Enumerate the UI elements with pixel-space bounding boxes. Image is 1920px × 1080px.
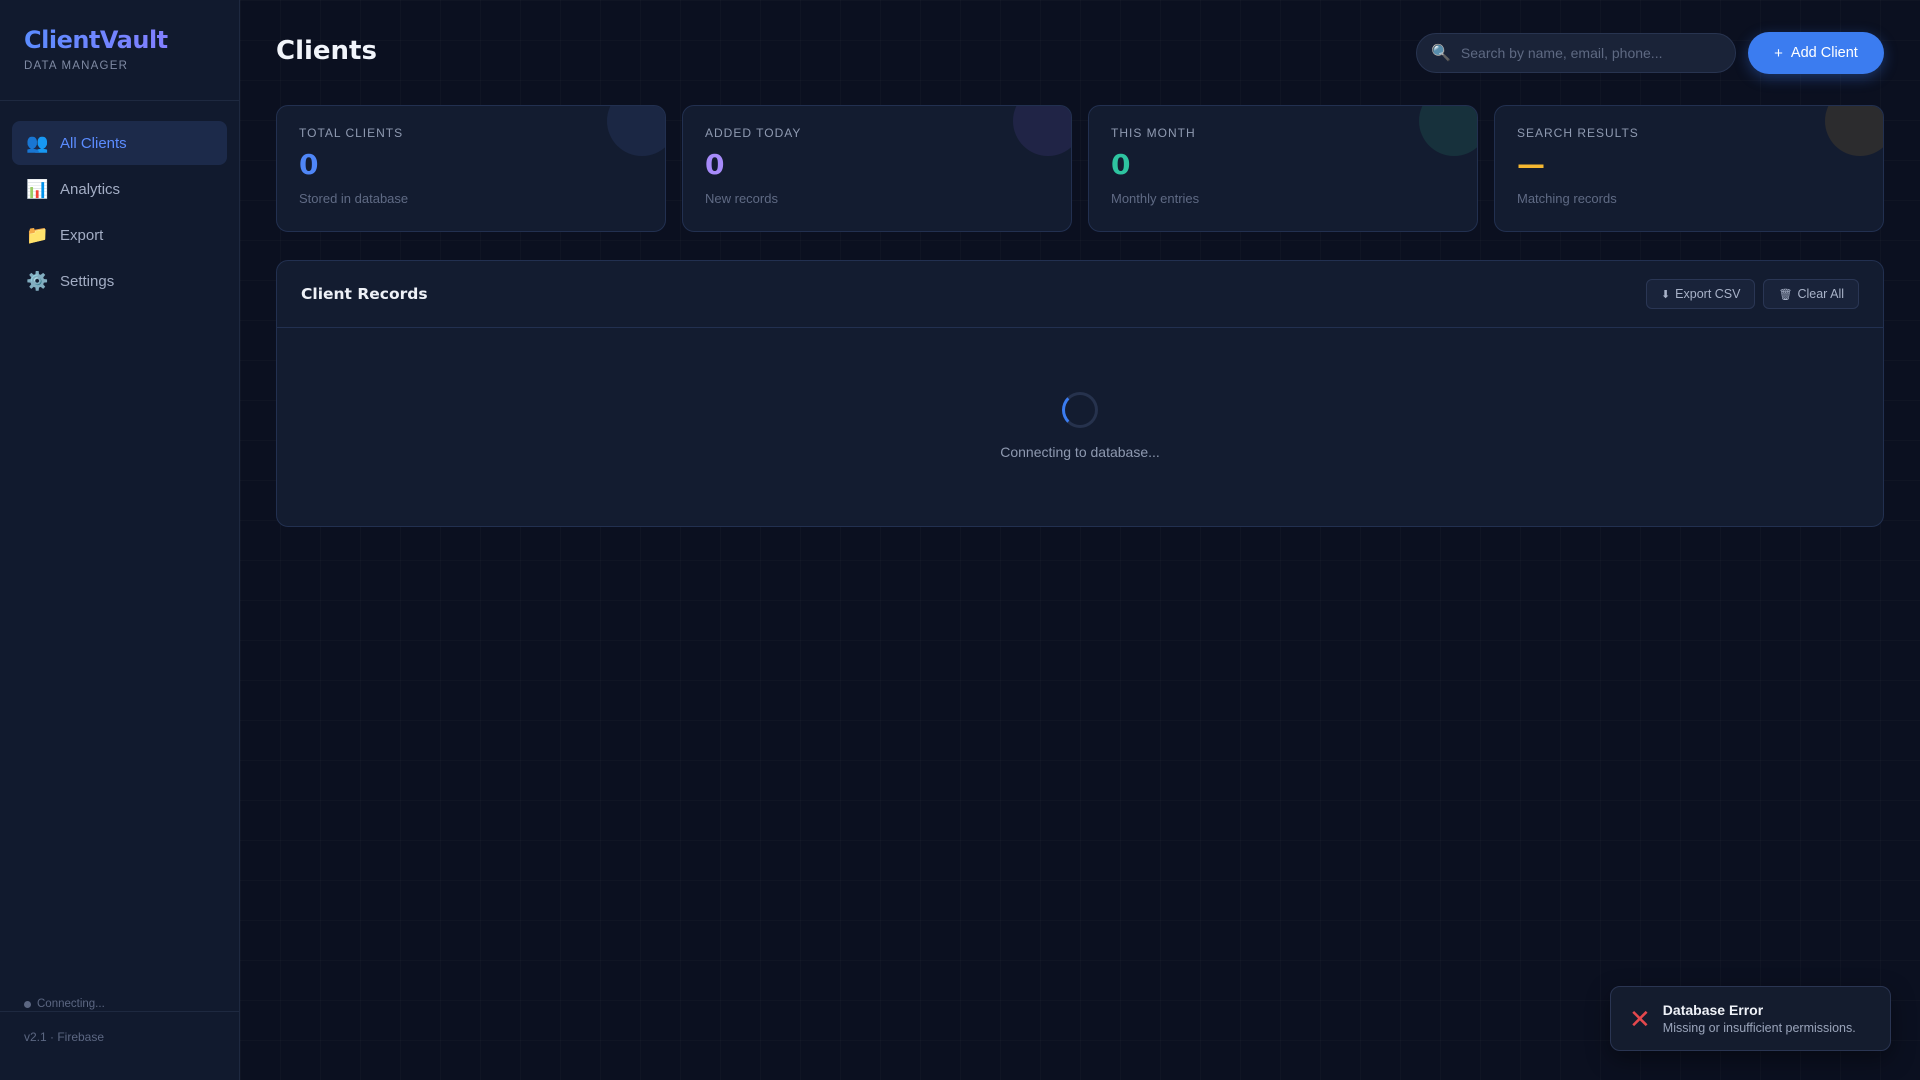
stat-decoration xyxy=(1013,106,1071,156)
loading-state: Connecting to database... xyxy=(277,328,1883,460)
stat-caption: Monthly entries xyxy=(1111,190,1200,206)
stat-value: — xyxy=(1517,148,1545,181)
stat-decoration xyxy=(1825,106,1883,156)
gear-icon: ⚙️ xyxy=(26,270,49,291)
clear-all-button[interactable]: 🗑 Clear All xyxy=(1763,279,1859,309)
spinner-icon xyxy=(1062,392,1098,428)
loading-text: Connecting to database... xyxy=(1000,444,1160,460)
stat-label: TOTAL CLIENTS xyxy=(299,126,404,140)
brand: ClientVault DATA MANAGER xyxy=(0,0,239,101)
sidebar-item-label: All Clients xyxy=(60,134,127,152)
sidebar-nav: 👥 All Clients 📊 Analytics 📁 Export ⚙️ Se… xyxy=(0,101,239,325)
client-records-panel: Client Records ⬇ Export CSV 🗑 Clear All … xyxy=(276,260,1884,527)
add-client-label: Add Client xyxy=(1790,45,1858,61)
stat-card-search-results: SEARCH RESULTS — Matching records xyxy=(1494,105,1884,232)
sidebar: ClientVault DATA MANAGER 👥 All Clients 📊… xyxy=(0,0,240,1080)
status-dot-icon xyxy=(24,1000,31,1008)
plus-icon: + xyxy=(1774,44,1783,62)
search-input[interactable] xyxy=(1460,45,1721,61)
brand-logo[interactable]: ClientVault xyxy=(24,26,215,54)
toast-title: Database Error xyxy=(1662,1002,1764,1018)
toast-content: Database Error Missing or insufficient p… xyxy=(1663,1002,1856,1035)
download-icon: ⬇ xyxy=(1660,288,1671,301)
error-x-icon: ✕ xyxy=(1629,1003,1651,1034)
search-box[interactable]: 🔍 xyxy=(1416,33,1736,73)
error-toast[interactable]: ✕ Database Error Missing or insufficient… xyxy=(1610,986,1891,1051)
stat-card-total-clients: TOTAL CLIENTS 0 Stored in database xyxy=(276,105,666,232)
records-actions: ⬇ Export CSV 🗑 Clear All xyxy=(1645,279,1859,309)
stat-label: ADDED TODAY xyxy=(705,126,802,140)
stat-caption: Matching records xyxy=(1517,190,1617,206)
stat-label: SEARCH RESULTS xyxy=(1517,126,1639,140)
sidebar-item-label: Analytics xyxy=(60,180,121,198)
sidebar-item-label: Settings xyxy=(60,272,115,290)
stat-value: 0 xyxy=(705,148,725,181)
stat-decoration xyxy=(1419,106,1477,156)
users-icon: 👥 xyxy=(26,132,49,153)
version-info: v2.1 · Firebase xyxy=(0,1011,240,1062)
toast-message: Missing or insufficient permissions. xyxy=(1662,1021,1856,1035)
sidebar-item-analytics[interactable]: 📊 Analytics xyxy=(12,167,227,211)
connection-status: Connecting... xyxy=(24,998,105,1010)
stat-caption: Stored in database xyxy=(299,190,409,206)
sidebar-item-export[interactable]: 📁 Export xyxy=(12,213,227,257)
folder-icon: 📁 xyxy=(26,224,49,245)
records-title: Client Records xyxy=(301,285,428,303)
add-client-button[interactable]: + Add Client xyxy=(1748,32,1884,74)
stat-label: THIS MONTH xyxy=(1111,126,1196,140)
page-title: Clients xyxy=(276,36,377,66)
stats-row: TOTAL CLIENTS 0 Stored in database ADDED… xyxy=(276,105,1884,232)
export-csv-button[interactable]: ⬇ Export CSV xyxy=(1645,279,1756,309)
sidebar-item-settings[interactable]: ⚙️ Settings xyxy=(12,259,227,303)
search-icon: 🔍 xyxy=(1431,45,1451,62)
sidebar-item-all-clients[interactable]: 👥 All Clients xyxy=(12,121,227,165)
sidebar-item-label: Export xyxy=(60,226,104,244)
clear-all-label: Clear All xyxy=(1797,287,1844,301)
connection-status-text: Connecting... xyxy=(37,998,105,1010)
stat-card-this-month: THIS MONTH 0 Monthly entries xyxy=(1088,105,1478,232)
stat-value: 0 xyxy=(1111,148,1131,181)
brand-subtitle: DATA MANAGER xyxy=(24,60,129,72)
stat-caption: New records xyxy=(705,190,778,206)
stat-card-added-today: ADDED TODAY 0 New records xyxy=(682,105,1072,232)
stat-value: 0 xyxy=(299,148,319,181)
records-header: Client Records ⬇ Export CSV 🗑 Clear All xyxy=(277,261,1883,328)
stat-decoration xyxy=(607,106,665,156)
chart-icon: 📊 xyxy=(26,178,49,199)
export-csv-label: Export CSV xyxy=(1675,287,1741,301)
trash-icon: 🗑 xyxy=(1778,288,1793,301)
